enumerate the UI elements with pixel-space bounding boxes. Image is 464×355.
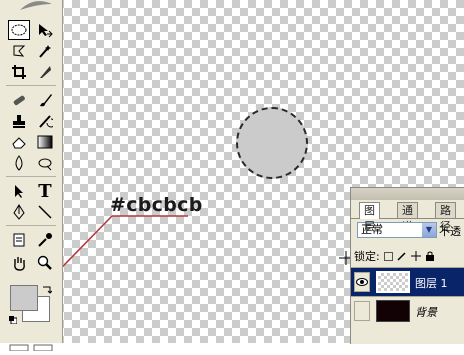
swap-colors-icon[interactable]	[42, 284, 52, 294]
toolbox-panel: T	[0, 0, 63, 352]
line-icon[interactable]	[34, 202, 56, 222]
lock-paint-icon[interactable]	[397, 251, 407, 261]
layer-name[interactable]: 背景	[415, 304, 437, 320]
history-brush-icon[interactable]	[34, 111, 56, 131]
foreground-color-swatch[interactable]	[10, 285, 38, 311]
notes-icon[interactable]	[8, 230, 30, 250]
crop-icon[interactable]	[8, 62, 30, 82]
gradient-icon[interactable]	[34, 132, 56, 152]
layer-row-background[interactable]: 背景	[351, 296, 464, 325]
visibility-toggle[interactable]	[354, 301, 370, 321]
tab-layers[interactable]: 图层	[359, 202, 380, 233]
lock-row: 锁定:	[354, 248, 435, 264]
tab-paths[interactable]: 路径	[435, 202, 456, 233]
chevron-down-icon[interactable]: ▼	[422, 223, 436, 237]
lock-all-icon[interactable]	[425, 251, 435, 261]
lock-label: 锁定:	[354, 250, 380, 263]
brush-icon[interactable]	[34, 90, 56, 110]
layer-thumbnail	[376, 300, 410, 322]
layer-name[interactable]: 图层 1	[415, 275, 448, 291]
lock-move-icon[interactable]	[410, 251, 421, 261]
magic-wand-icon[interactable]	[34, 41, 56, 61]
eraser-icon[interactable]	[8, 132, 30, 152]
zoom-icon[interactable]	[34, 253, 56, 273]
opacity-label: 不透	[439, 225, 461, 238]
healing-brush-icon[interactable]	[8, 90, 30, 110]
color-annotation-label: #cbcbcb	[110, 194, 203, 216]
blur-icon[interactable]	[8, 153, 30, 173]
move-icon[interactable]	[34, 20, 56, 40]
lock-transparency-icon[interactable]	[383, 251, 393, 261]
layers-panel: 图层 通道 路径 正常 ▼ 不透 锁定: 图层 1 背景	[350, 187, 464, 344]
type-icon[interactable]: T	[34, 181, 56, 202]
eye-icon[interactable]	[354, 272, 370, 292]
default-colors-icon[interactable]	[9, 316, 17, 324]
pen-icon[interactable]	[8, 202, 30, 222]
hand-icon[interactable]	[8, 253, 30, 273]
lasso-icon[interactable]	[8, 41, 30, 61]
layer-row-layer1[interactable]: 图层 1	[351, 267, 464, 296]
slice-icon[interactable]	[34, 62, 56, 82]
feather-logo-icon	[20, 1, 52, 10]
panel-titlebar[interactable]	[351, 188, 464, 200]
quick-mask-buttons[interactable]	[8, 336, 56, 352]
layer-thumbnail	[376, 271, 410, 293]
dodge-icon[interactable]	[34, 153, 56, 173]
eyedropper-icon[interactable]	[34, 230, 56, 250]
clone-stamp-icon[interactable]	[8, 111, 30, 131]
elliptical-marquee-icon[interactable]	[8, 20, 30, 40]
tab-channels[interactable]: 通道	[397, 202, 418, 233]
path-selection-icon[interactable]	[8, 181, 30, 201]
